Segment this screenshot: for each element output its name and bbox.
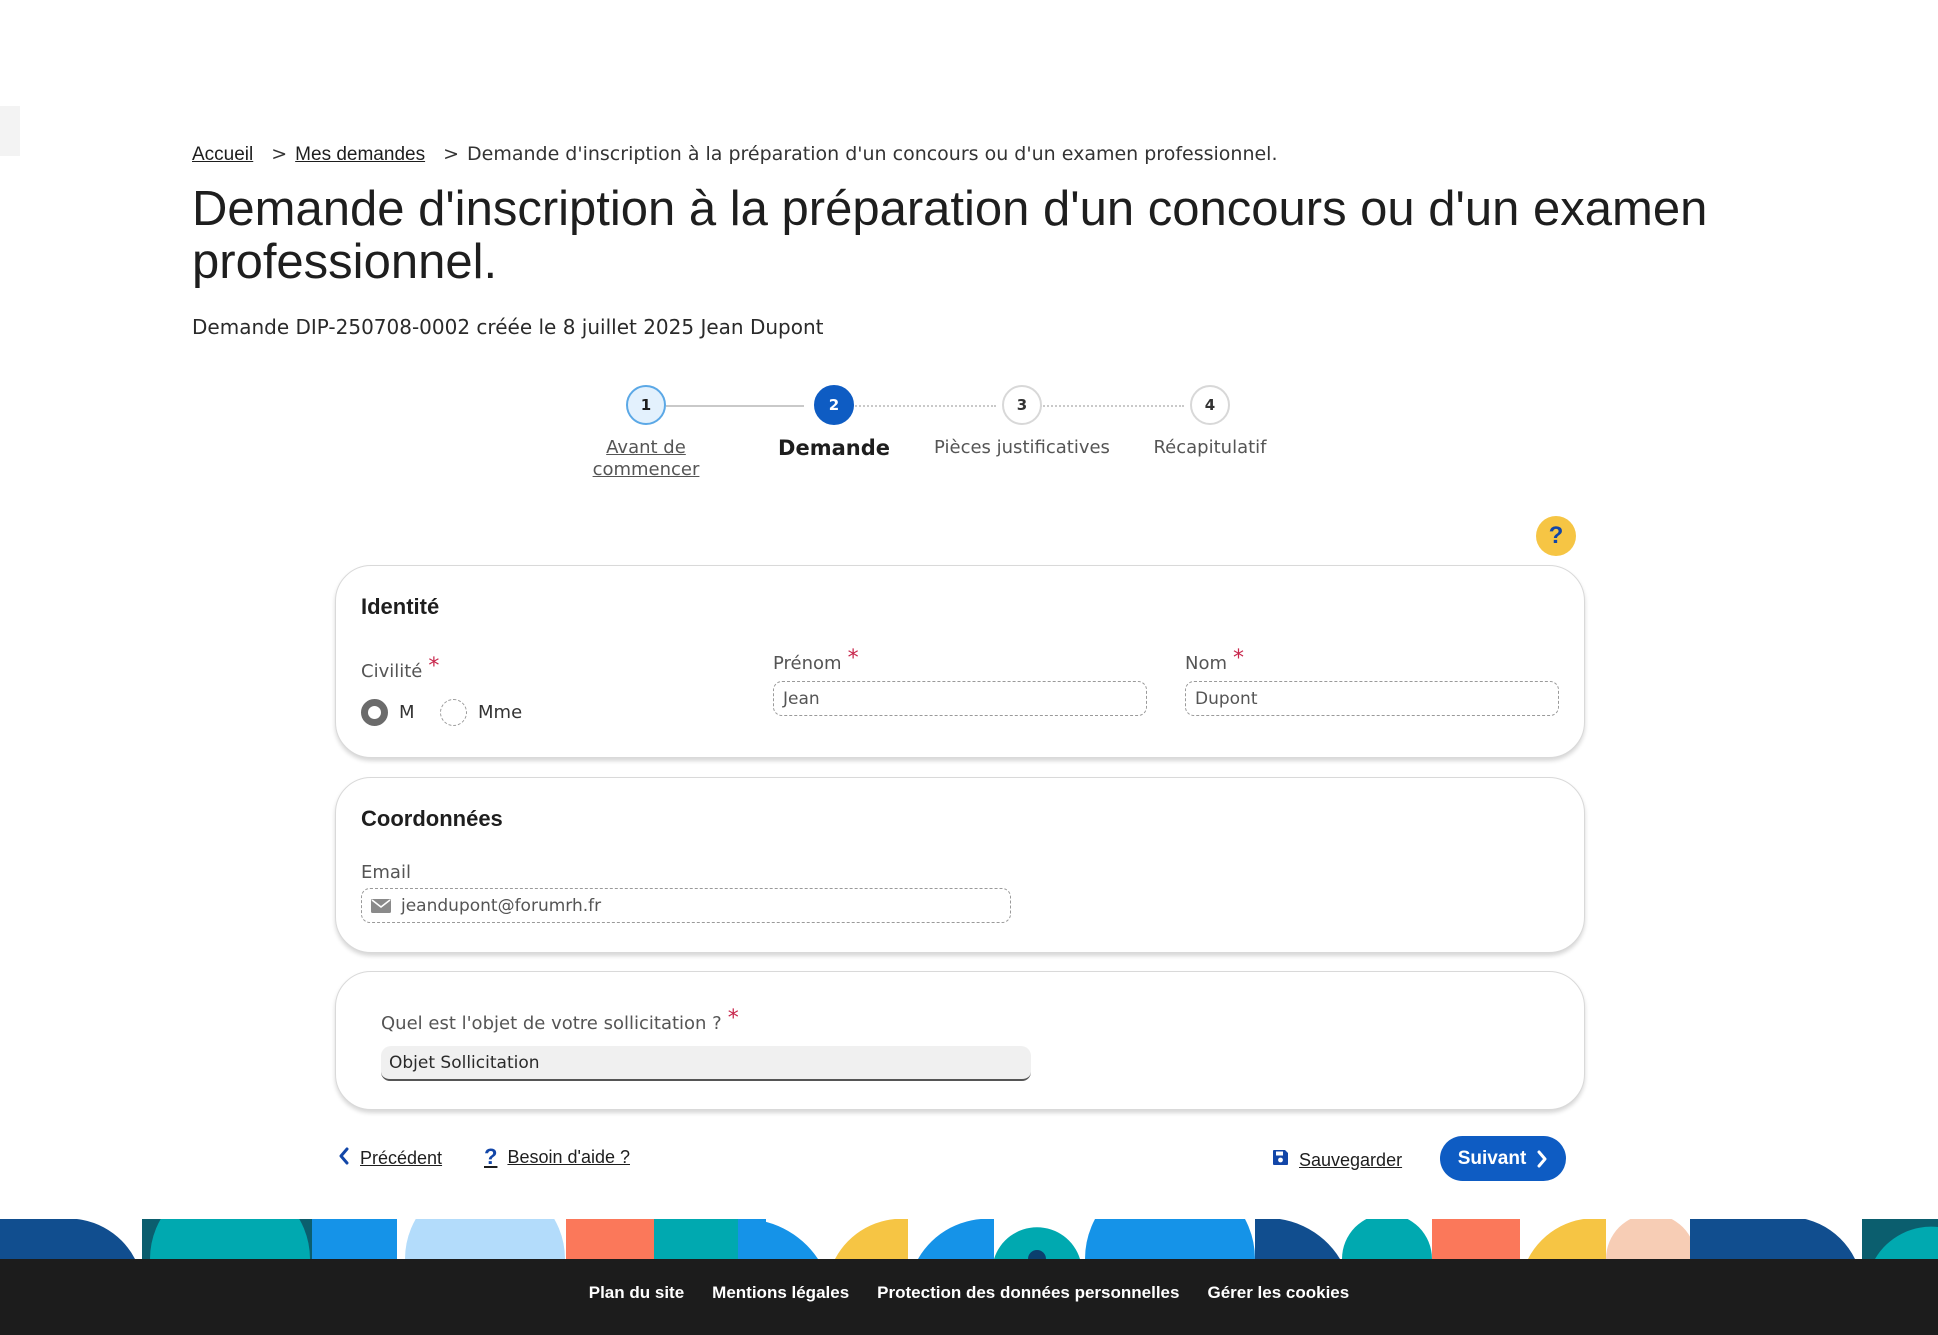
step-recapitulatif: 4 Récapitulatif <box>1110 385 1310 459</box>
step-number: 1 <box>626 385 666 425</box>
help-label: Besoin d'aide ? <box>507 1146 630 1167</box>
identity-card: Identité Civilité * M Mme Prénom * Jean No… <box>335 565 1585 758</box>
identity-title: Identité <box>361 594 440 619</box>
envelope-icon <box>371 898 391 913</box>
step-pieces-justificatives: 3 Pièces justificatives <box>922 385 1122 459</box>
contact-title: Coordonnées <box>361 806 503 831</box>
breadcrumb-requests-link[interactable]: Mes demandes <box>295 144 425 166</box>
floppy-disk-icon <box>1272 1149 1289 1171</box>
required-asterisk: * <box>847 646 859 671</box>
stepper: 1 Avant de commencer 2 Demande 3 Pièces … <box>593 385 1716 495</box>
help-question-icon[interactable]: ? <box>1536 516 1576 556</box>
side-tab <box>0 106 20 156</box>
footer-link-cookies[interactable]: Gérer les cookies <box>1207 1283 1349 1303</box>
breadcrumb-current: Demande d'inscription à la préparation d… <box>467 143 1278 165</box>
chevron-right-icon <box>1537 1150 1547 1167</box>
contact-card: Coordonnées Email jeandupont@forumrh.fr <box>335 777 1585 953</box>
step-label: Récapitulatif <box>1153 437 1267 458</box>
chevron-left-icon <box>338 1147 350 1170</box>
email-label: Email <box>361 862 411 883</box>
subject-question-text: Quel est l'objet de votre sollicitation … <box>381 1013 722 1034</box>
step-number: 2 <box>814 385 854 425</box>
civility-radio-mme[interactable] <box>440 699 467 726</box>
required-asterisk: * <box>428 654 440 679</box>
footer-link-legal[interactable]: Mentions légales <box>712 1283 849 1303</box>
step-label[interactable]: Avant de commencer <box>591 437 701 481</box>
first-name-label: Prénom * <box>773 646 859 675</box>
step-avant-de-commencer[interactable]: 1 Avant de commencer <box>546 385 746 481</box>
civility-label: Civilité * <box>361 654 439 683</box>
next-label: Suivant <box>1457 1147 1527 1169</box>
breadcrumb-separator: > <box>443 143 459 165</box>
step-label: Demande <box>778 436 890 460</box>
first-name-field[interactable]: Jean <box>773 681 1147 716</box>
step-demande: 2 Demande <box>734 385 934 459</box>
civility-radio-m[interactable] <box>361 699 388 726</box>
request-meta: Demande DIP-250708-0002 créée le 8 juill… <box>192 315 824 339</box>
decorative-shapes-banner <box>0 1219 1938 1259</box>
civility-option-m-label[interactable]: M <box>399 702 415 723</box>
email-value: jeandupont@forumrh.fr <box>401 895 602 916</box>
save-label: Sauvegarder <box>1299 1149 1403 1170</box>
required-asterisk: * <box>727 1006 739 1031</box>
last-name-label: Nom * <box>1185 646 1244 675</box>
step-label: Pièces justificatives <box>934 437 1110 458</box>
breadcrumb-home-link[interactable]: Accueil <box>192 144 253 166</box>
subject-question-label: Quel est l'objet de votre sollicitation … <box>381 1006 739 1035</box>
breadcrumb: Accueil > Mes demandes > Demande d'inscr… <box>192 143 1278 166</box>
last-name-label-text: Nom <box>1185 653 1228 674</box>
footer-link-privacy[interactable]: Protection des données personnelles <box>877 1283 1179 1303</box>
next-button[interactable]: Suivant <box>1440 1136 1566 1181</box>
breadcrumb-separator: > <box>271 143 288 165</box>
civility-label-text: Civilité <box>361 661 423 682</box>
subject-select[interactable]: Objet Sollicitation <box>381 1046 1031 1081</box>
previous-label: Précédent <box>360 1148 443 1168</box>
step-number: 3 <box>1002 385 1042 425</box>
save-link[interactable]: Sauvegarder <box>1272 1149 1402 1171</box>
request-subject-card: Quel est l'objet de votre sollicitation … <box>335 971 1585 1110</box>
step-number: 4 <box>1190 385 1230 425</box>
previous-link[interactable]: Précédent <box>338 1147 442 1170</box>
page-title: Demande d'inscription à la préparation d… <box>192 182 1708 289</box>
civility-option-mme-label[interactable]: Mme <box>478 702 522 723</box>
first-name-label-text: Prénom <box>773 653 842 674</box>
required-asterisk: * <box>1233 646 1245 671</box>
footer-link-sitemap[interactable]: Plan du site <box>589 1283 684 1303</box>
question-mark-icon: ? <box>484 1144 498 1169</box>
help-link[interactable]: ? Besoin d'aide ? <box>484 1144 630 1170</box>
last-name-field[interactable]: Dupont <box>1185 681 1559 716</box>
email-field[interactable]: jeandupont@forumrh.fr <box>361 888 1011 923</box>
site-footer: Plan du site Mentions légales Protection… <box>0 1259 1938 1335</box>
